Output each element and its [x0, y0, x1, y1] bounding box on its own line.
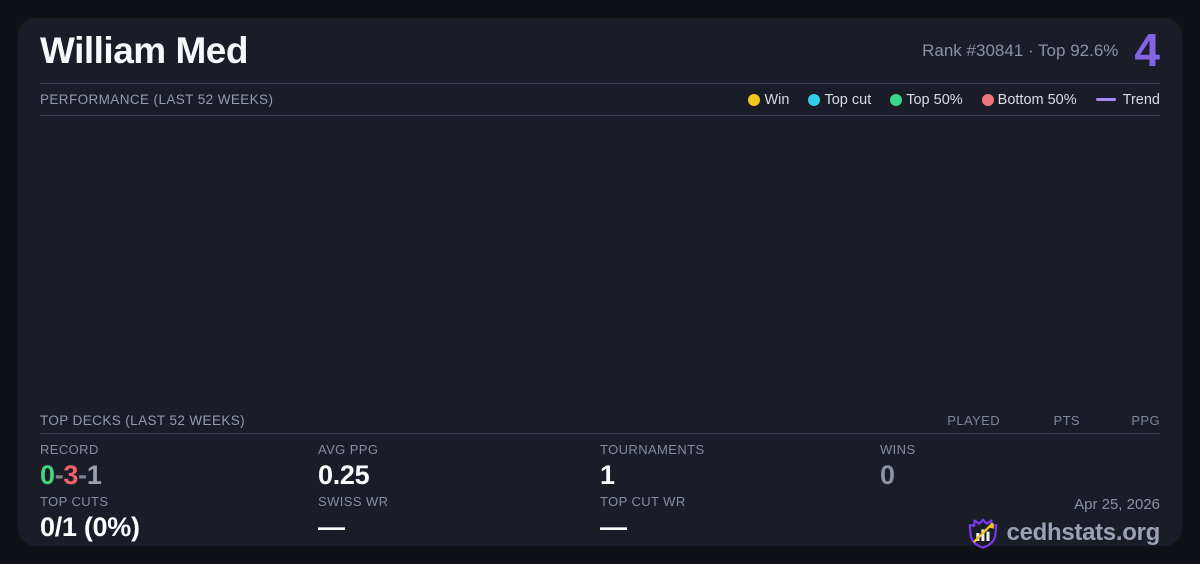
record-losses: 3 — [63, 460, 79, 490]
brand-name: cedhstats.org — [1006, 519, 1161, 546]
top50-dot-icon — [890, 93, 903, 106]
legend-item-top50: Top 50% — [890, 91, 963, 108]
stat-label: RECORD — [40, 442, 99, 457]
stat-value: 0/1 (0%) — [40, 512, 140, 542]
stat-value: — — [318, 512, 345, 542]
column-header-played: PLAYED — [947, 413, 1000, 428]
snapshot-date: Apr 25, 2026 — [1074, 496, 1160, 513]
stat-label: SWISS WR — [318, 494, 389, 509]
brand-row: cedhstats.org — [880, 516, 1160, 550]
performance-header-row: PERFORMANCE (LAST 52 WEEKS) Win Top cut … — [40, 84, 1160, 116]
stat-label: AVG PPG — [318, 442, 379, 457]
record-value: 0-3-1 — [40, 460, 318, 491]
legend-item-trend: Trend — [1095, 91, 1160, 108]
stats-grid: RECORD 0-3-1 AVG PPG 0.25 TOURNAMENTS 1 … — [40, 434, 1160, 549]
player-name: William Med — [40, 29, 248, 71]
stat-label: TOP CUT WR — [600, 494, 686, 509]
legend-item-bottom50: Bottom 50% — [981, 91, 1077, 108]
bottom50-dot-icon — [981, 93, 994, 106]
legend-label: Top 50% — [906, 91, 963, 108]
header-rank-group: Rank #30841 · Top 92.6% 4 — [922, 23, 1160, 76]
top-decks-column-headers: PLAYED PTS PPG — [920, 413, 1160, 428]
record-draws: 1 — [86, 460, 102, 490]
stat-swiss-wr: SWISS WR — — [318, 494, 600, 546]
stat-label: WINS — [880, 442, 916, 457]
card-header: William Med Rank #30841 · Top 92.6% 4 — [40, 18, 1160, 84]
card-footer: Apr 25, 2026 cedhstats.org — [880, 494, 1160, 549]
record-wins: 0 — [40, 460, 55, 490]
stat-tournaments: TOURNAMENTS 1 — [600, 442, 880, 494]
stat-value: — — [600, 512, 627, 542]
stat-top-cuts: TOP CUTS 0/1 (0%) — [40, 494, 318, 546]
stat-label: TOP CUTS — [40, 494, 109, 509]
legend-label: Win — [764, 91, 790, 108]
stat-avg-ppg: AVG PPG 0.25 — [318, 442, 600, 494]
record-separator: - — [78, 460, 87, 490]
rank-text: Rank #30841 · Top 92.6% — [922, 40, 1119, 60]
performance-section-title: PERFORMANCE (LAST 52 WEEKS) — [40, 92, 274, 107]
chart-legend: Win Top cut Top 50% Bottom 50% Trend — [748, 92, 1160, 108]
legend-item-top-cut: Top cut — [808, 92, 871, 108]
stat-value: 1 — [600, 460, 615, 490]
column-header-ppg: PPG — [1131, 413, 1160, 428]
legend-label: Trend — [1122, 91, 1160, 108]
stat-label: TOURNAMENTS — [600, 442, 705, 457]
legend-label: Bottom 50% — [997, 91, 1077, 108]
big-rank-number: 4 — [1134, 23, 1160, 76]
performance-chart — [40, 116, 1160, 408]
stat-value: 0 — [880, 460, 895, 490]
stat-top-cut-wr: TOP CUT WR — — [600, 494, 880, 546]
top-decks-section-title: TOP DECKS (LAST 52 WEEKS) — [40, 413, 246, 428]
trend-line-icon — [1095, 98, 1116, 101]
top-decks-header-row: TOP DECKS (LAST 52 WEEKS) PLAYED PTS PPG — [40, 408, 1160, 434]
stat-record: RECORD 0-3-1 — [40, 442, 318, 494]
stat-wins: WINS 0 — [880, 442, 1160, 494]
player-stats-card: William Med Rank #30841 · Top 92.6% 4 PE… — [18, 18, 1182, 549]
stat-value: 0.25 — [318, 460, 370, 490]
win-dot-icon — [748, 93, 761, 106]
top-cut-dot-icon — [808, 93, 821, 106]
cedhstats-logo-icon — [968, 518, 997, 549]
column-header-pts: PTS — [1053, 413, 1080, 428]
legend-label: Top cut — [824, 91, 872, 108]
legend-item-win: Win — [748, 92, 789, 108]
